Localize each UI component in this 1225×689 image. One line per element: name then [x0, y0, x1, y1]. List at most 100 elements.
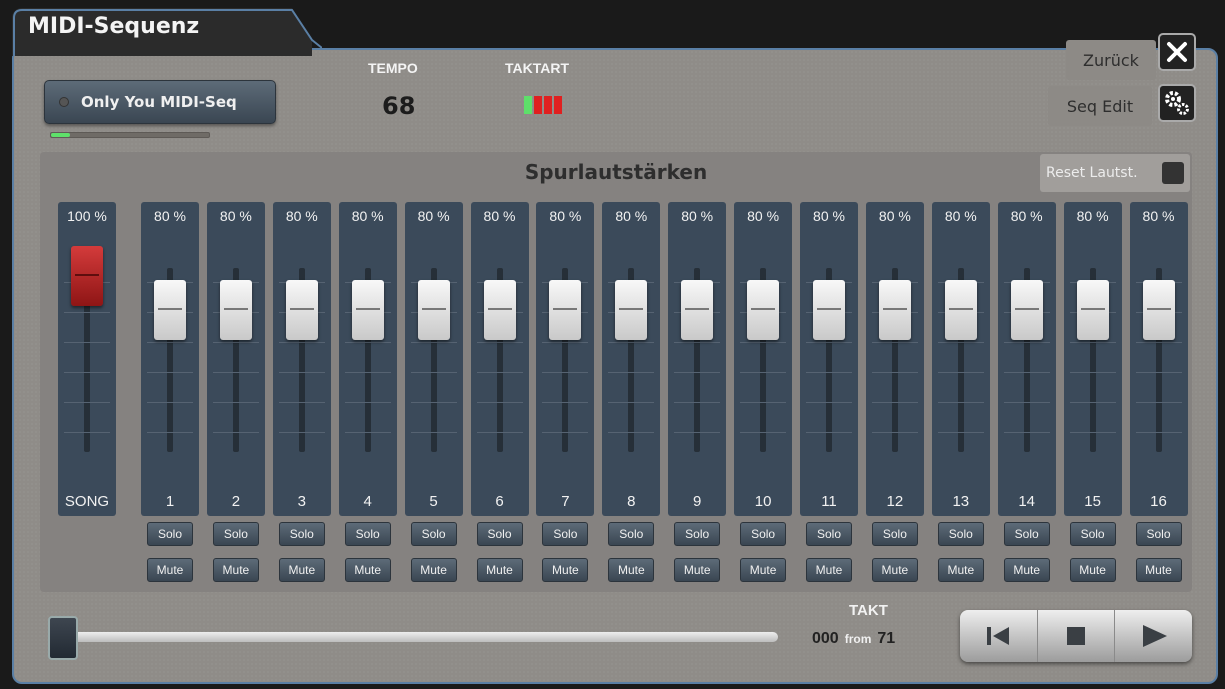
fader-scale-tick [937, 432, 984, 433]
channel-fader-handle[interactable] [351, 280, 384, 340]
solo-button[interactable]: Solo [147, 522, 193, 546]
channel-fader-handle[interactable] [154, 280, 186, 340]
close-icon[interactable] [1158, 33, 1196, 71]
fader-scale-tick [278, 372, 325, 373]
song-led-indicator [59, 97, 69, 107]
fader-scale-tick [147, 342, 193, 343]
channel-fader-handle[interactable] [813, 280, 845, 340]
stop-icon [1067, 627, 1085, 645]
channel-fader-handle[interactable] [944, 280, 977, 340]
taktart-beat-indicator [524, 96, 562, 114]
channel-strip: 80 % 4 [338, 202, 397, 516]
channel-fader-handle[interactable] [615, 280, 648, 340]
channel-fader-handle[interactable] [747, 280, 780, 340]
solo-button[interactable]: Solo [871, 522, 918, 546]
solo-button[interactable]: Solo [476, 522, 523, 546]
solo-button[interactable]: Solo [344, 522, 391, 546]
mute-button[interactable]: Mute [674, 558, 721, 582]
fader-scale-tick [608, 432, 655, 433]
song-progress-bar [50, 132, 210, 138]
song-position-handle[interactable] [48, 616, 78, 660]
reset-volume-button[interactable]: Reset Lautst. [1040, 154, 1190, 192]
mute-button[interactable]: Mute [410, 558, 457, 582]
stop-button[interactable] [1038, 610, 1116, 662]
solo-button[interactable]: Solo [410, 522, 457, 546]
fader-scale-tick [806, 342, 852, 343]
solo-button[interactable]: Solo [806, 522, 852, 546]
solo-button[interactable]: Solo [212, 522, 259, 546]
channel-fader-handle[interactable] [549, 280, 582, 340]
fader-scale-tick [476, 402, 523, 403]
channel-fader-handle[interactable] [219, 280, 252, 340]
solo-button[interactable]: Solo [542, 522, 589, 546]
fader-scale-tick [871, 432, 918, 433]
mute-button[interactable]: Mute [542, 558, 589, 582]
back-button[interactable]: Zurück [1066, 40, 1156, 80]
mute-button[interactable]: Mute [740, 558, 787, 582]
solo-button[interactable]: Solo [674, 522, 721, 546]
taktart-label: TAKTART [505, 60, 570, 76]
mute-button[interactable]: Mute [871, 558, 918, 582]
beat-led [544, 96, 552, 114]
channel-fader-handle[interactable] [417, 280, 450, 340]
mute-button[interactable]: Mute [344, 558, 391, 582]
channel-number: 6 [495, 493, 504, 510]
solo-button[interactable]: Solo [608, 522, 655, 546]
mute-button[interactable]: Mute [147, 558, 193, 582]
fader-scale-tick [64, 402, 110, 403]
channel-fader-handle[interactable] [1142, 280, 1175, 340]
mute-button[interactable]: Mute [1069, 558, 1116, 582]
tempo-value[interactable]: 68 [382, 92, 415, 120]
fader-scale-tick [212, 432, 259, 433]
song-position-track[interactable] [62, 632, 778, 642]
channel-strip: 80 % 6 [470, 202, 529, 516]
fader-scale-tick [344, 372, 391, 373]
song-select-button[interactable]: Only You MIDI-Seq [44, 80, 276, 124]
beat-led [554, 96, 562, 114]
mute-button[interactable]: Mute [608, 558, 655, 582]
solo-button[interactable]: Solo [278, 522, 325, 546]
fader-scale-tick [674, 372, 721, 373]
channel-fader-handle[interactable] [1010, 280, 1043, 340]
mute-button[interactable]: Mute [476, 558, 523, 582]
channel-strip: 80 % 8 [602, 202, 661, 516]
fader-scale-tick [1135, 432, 1182, 433]
solo-button[interactable]: Solo [937, 522, 984, 546]
fader-scale-tick [410, 372, 457, 373]
solo-button[interactable]: Solo [1003, 522, 1050, 546]
channel-fader-handle[interactable] [285, 280, 318, 340]
channel-number: 14 [1018, 493, 1036, 510]
channel-volume-percent: 80 % [747, 208, 780, 224]
mute-button[interactable]: Mute [212, 558, 259, 582]
channel-strip: 80 % 3 [272, 202, 331, 516]
solo-button[interactable]: Solo [1135, 522, 1182, 546]
channel-number: 10 [754, 493, 772, 510]
solo-button[interactable]: Solo [740, 522, 787, 546]
channel-volume-percent: 80 % [813, 208, 845, 224]
channel-fader-handle[interactable] [878, 280, 911, 340]
reset-checkbox[interactable] [1162, 162, 1184, 184]
channel-fader-handle[interactable] [1076, 280, 1109, 340]
solo-button[interactable]: Solo [1069, 522, 1116, 546]
channel-number: 4 [363, 493, 372, 510]
mute-button[interactable]: Mute [806, 558, 852, 582]
mute-button[interactable]: Mute [278, 558, 325, 582]
channel-strip: 80 % 1 [141, 202, 199, 516]
mute-button[interactable]: Mute [937, 558, 984, 582]
fader-scale-tick [542, 342, 589, 343]
channel-volume-percent: 80 % [351, 208, 384, 224]
channel-fader-handle[interactable] [681, 280, 714, 340]
mute-button[interactable]: Mute [1003, 558, 1050, 582]
channel-strip: 80 % 10 [734, 202, 793, 516]
channel-fader-handle[interactable] [483, 280, 516, 340]
master-fader-handle[interactable] [71, 246, 103, 306]
seq-edit-button[interactable]: Seq Edit [1048, 86, 1152, 126]
mute-button[interactable]: Mute [1135, 558, 1182, 582]
skip-to-start-button[interactable] [960, 610, 1038, 662]
play-button[interactable] [1115, 610, 1192, 662]
fader-scale-tick [344, 402, 391, 403]
fader-scale-tick [64, 432, 110, 433]
fader-scale-tick [806, 432, 852, 433]
channel-strip: 80 % 13 [931, 202, 990, 516]
gear-icon[interactable] [1158, 84, 1196, 122]
